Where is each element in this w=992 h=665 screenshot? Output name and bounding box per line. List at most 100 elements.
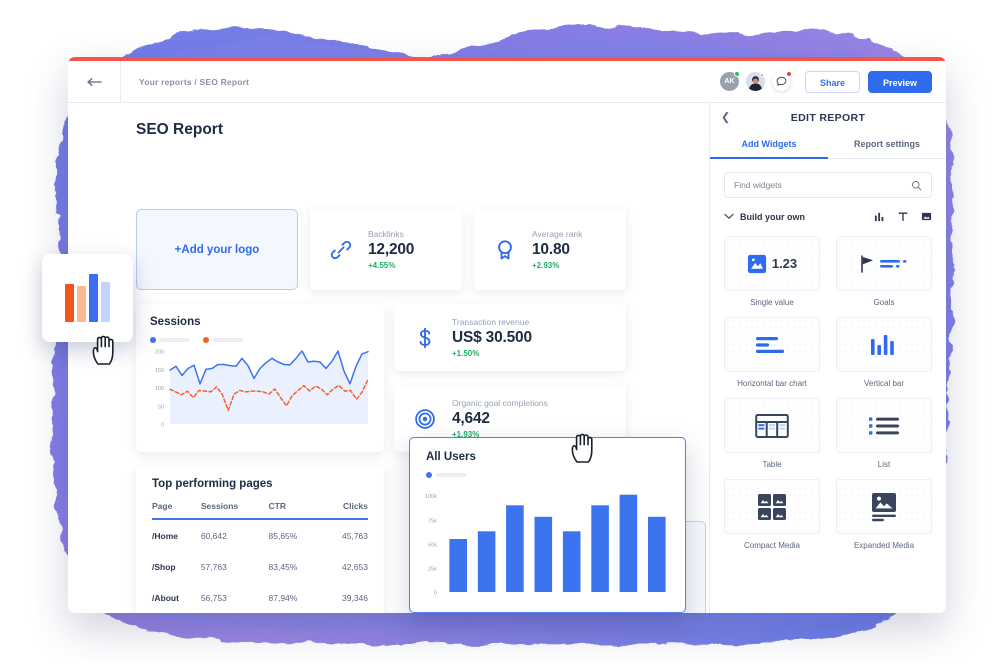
kpi-delta: +1.50% [452,349,480,358]
svg-text:100: 100 [155,386,164,392]
legend-placeholder-bar [436,473,466,477]
widget-preview-tile [836,236,932,291]
widget-preview-tile: 1.23 [724,236,820,291]
kpi-card-backlinks[interactable]: Backlinks 12,200 +4.55% [310,209,462,290]
build-your-own-section-header[interactable]: Build your own [710,198,946,222]
edit-report-panel: ❮ EDIT REPORT Add Widgets Report setting… [709,103,946,613]
table-header-row: Page Sessions CTR Clicks [152,501,368,519]
text-icon[interactable] [898,211,908,222]
svg-text:0: 0 [161,423,164,429]
bar-chart-icon[interactable] [874,211,885,222]
svg-text:150: 150 [155,368,164,374]
back-button[interactable] [68,61,121,102]
panel-title: EDIT REPORT [790,111,866,124]
widget-vertical-bar[interactable]: Vertical bar [836,317,932,388]
legend-dot-blue [426,472,432,478]
avatar-initials: AK [724,78,735,85]
kpi-label: Organic goal completions [452,398,548,408]
kpi-card-average-rank[interactable]: Average rank 10.80 +2.93% [474,209,626,290]
search-icon[interactable] [911,180,922,191]
notification-dot [785,71,792,77]
add-logo-dropzone[interactable]: +Add your logo [136,209,298,290]
kpi-label: Average rank [532,229,583,239]
goals-flag-icon [861,254,907,273]
breadcrumb[interactable]: Your reports / SEO Report [121,77,249,87]
widget-label: Vertical bar [863,379,905,388]
widget-list[interactable]: List [836,398,932,469]
ghost-bar-blue [89,274,98,322]
svg-text:25k: 25k [428,567,437,573]
cell-ctr: 87,94% [268,593,298,603]
tab-report-settings[interactable]: Report settings [828,132,946,159]
cell-ctr: 85,65% [268,531,298,541]
avatar[interactable] [745,72,765,91]
chat-bubble-icon [776,76,787,86]
svg-text:50: 50 [158,404,164,410]
tab-add-widgets[interactable]: Add Widgets [710,132,828,159]
horizontal-bar-icon [756,336,784,353]
widget-preview-tile [724,317,820,372]
legend-item[interactable] [203,337,243,343]
widget-expanded-media[interactable]: Expanded Media [836,479,932,550]
widget-label: Single value [750,298,794,307]
cell-page: /Shop [152,562,176,572]
all-users-chart-card[interactable]: All Users 0 25k 50k 75k 100k [409,437,686,613]
column-header[interactable]: Page [152,501,201,519]
legend-placeholder-bar [213,338,243,342]
table-title: Top performing pages [152,478,273,490]
section-label: Build your own [740,211,805,222]
svg-text:75k: 75k [428,518,437,524]
dragged-widget-ghost[interactable] [42,254,133,342]
panel-header: ❮ EDIT REPORT [710,103,946,132]
search-box[interactable] [724,172,932,198]
legend-item[interactable] [426,472,466,478]
share-button[interactable]: Share [804,70,860,93]
sessions-chart-card[interactable]: Sessions 0 50 100 150 200 [136,304,384,452]
widget-label: Table [762,460,782,469]
kpi-value: 10.80 [532,241,570,258]
kpi-card-transaction-revenue[interactable]: Transaction revenue US$ 30.500 +1.50% [394,304,626,371]
cell-sessions: 57,763 [200,562,227,572]
widget-horizontal-bar-chart[interactable]: Horizontal bar chart [724,317,820,388]
ghost-bar-light-orange [77,286,86,322]
widget-single-value[interactable]: 1.23 Single value [724,236,820,307]
chat-button[interactable] [771,71,792,91]
image-icon[interactable] [921,211,932,222]
table-row[interactable]: /About 56,753 87,94% 39,346 [152,582,368,613]
search-input[interactable] [734,180,911,190]
kpi-value: US$ 30.500 [452,329,532,346]
chevron-left-icon[interactable]: ❮ [721,112,730,123]
single-value-icon [747,254,766,273]
chart-legend [150,337,370,343]
preview-button[interactable]: Preview [867,70,932,93]
ghost-bar-chart [65,274,110,322]
cell-clicks: 42,653 [342,562,368,572]
arrow-left-icon [86,77,102,86]
widget-label: List [877,460,891,469]
cell-sessions: 56,753 [200,593,227,603]
table-row[interactable]: /Home 60,642 85,65% 45,763 [152,519,368,551]
table-row[interactable]: /Shop 57,763 83,45% 42,653 [152,551,368,582]
cell-page: /Home [152,531,178,541]
kpi-value: 12,200 [368,241,415,258]
compact-media-icon [758,493,786,520]
cell-clicks: 39,346 [342,593,368,603]
kpi-delta: +4.55% [368,261,396,270]
column-header[interactable]: Clicks [321,501,368,519]
expanded-media-icon [872,492,896,521]
column-header[interactable]: CTR [269,501,321,519]
widget-compact-media[interactable]: Compact Media [724,479,820,550]
column-header[interactable]: Sessions [201,501,269,519]
top-pages-table-card[interactable]: Top performing pages Page Sessions CTR C… [136,465,384,613]
avatar-group: AK [719,71,792,91]
widget-table[interactable]: Table [724,398,820,469]
legend-item[interactable] [150,337,190,343]
chevron-down-icon[interactable] [724,213,734,220]
widget-label: Goals [873,298,895,307]
online-status-dot [733,71,740,77]
avatar[interactable]: AK [719,71,740,91]
kpi-label: Backlinks [368,229,404,239]
svg-text:50k: 50k [428,542,437,548]
widget-goals[interactable]: Goals [836,236,932,307]
kpi-label: Transaction revenue [452,317,530,327]
